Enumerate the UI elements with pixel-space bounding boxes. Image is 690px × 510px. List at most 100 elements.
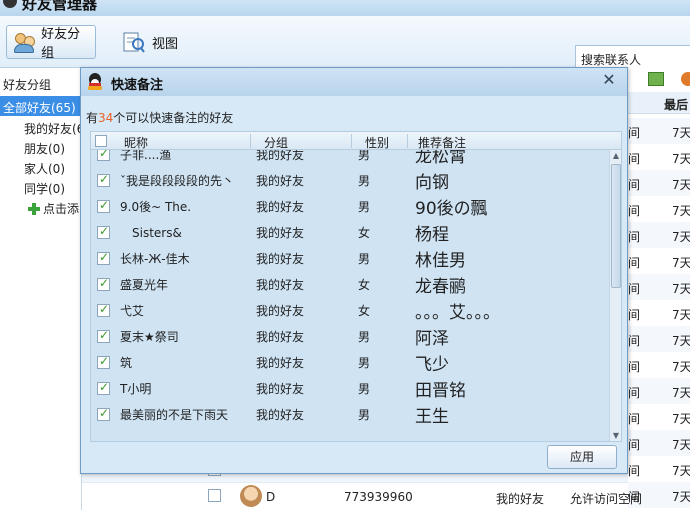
row-suggested-remark[interactable]: 龙春鹂 (415, 272, 466, 297)
row-last-online: 7天以 (672, 282, 690, 296)
row-checkbox[interactable] (97, 276, 110, 291)
row-checkbox[interactable] (97, 250, 110, 265)
row-checkbox[interactable] (97, 302, 110, 317)
table-row[interactable]: 间 7天以 (628, 196, 690, 222)
row-suggested-remark[interactable]: 田晋铭 (415, 376, 466, 401)
row-group: 我的好友 (496, 492, 545, 506)
row-suggested-remark[interactable]: 林佳男 (415, 246, 466, 271)
dialog-title-bar[interactable]: 快速备注 ✕ (81, 68, 627, 96)
column-header-remark[interactable]: 推荐备注 (418, 134, 466, 151)
row-name: D (266, 490, 276, 504)
group-sidebar: 好友分组 全部好友(65) 我的好友(6 朋友(0) 家人(0) 同学(0) 点… (0, 68, 84, 510)
list-item[interactable]: 9.0後~ The. 我的好友 男 90後の飄 (91, 193, 609, 219)
table-row[interactable]: 间 7天以 (628, 430, 690, 456)
row-group: 我的好友 (256, 408, 305, 422)
row-suggested-remark[interactable]: 龙松霄 (415, 150, 466, 167)
table-row[interactable]: 间 7天以 (628, 170, 690, 196)
close-icon[interactable]: ✕ (595, 71, 623, 89)
row-checkbox[interactable] (97, 406, 110, 421)
list-item[interactable]: T小明 我的好友 男 田晋铭 (91, 375, 609, 401)
row-checkbox[interactable] (97, 224, 110, 239)
table-row[interactable]: 间 7天以 (628, 274, 690, 300)
table-row[interactable]: 间 7天以 (628, 456, 690, 482)
row-nickname: 筑 (120, 356, 133, 370)
row-nickname: 弋艾 (120, 304, 145, 318)
sidebar-item-my-friends[interactable]: 我的好友(6 (24, 120, 84, 137)
people-icon (13, 30, 35, 54)
row-group: 我的好友 (256, 278, 305, 292)
list-item[interactable]: 弋艾 我的好友 女 。。。艾。。。 (91, 297, 609, 323)
row-suggested-remark[interactable]: 90後の飄 (415, 194, 488, 219)
list-item[interactable]: 最美丽的不是下雨天 我的好友 男 王生 (91, 401, 609, 427)
row-gender: 女 (358, 278, 371, 292)
row-checkbox[interactable] (97, 172, 110, 187)
row-permission-tail: 间 (628, 230, 641, 244)
row-suggested-remark[interactable]: 王生 (415, 402, 449, 427)
table-row[interactable]: 间 7天以 (628, 326, 690, 352)
row-suggested-remark[interactable]: 杨程 (415, 220, 449, 245)
row-suggested-remark[interactable]: 向钢 (415, 168, 449, 193)
last-online-column-header[interactable]: 最后 (628, 92, 690, 114)
table-row[interactable]: 间 7天以 (628, 118, 690, 144)
export-icon[interactable] (648, 72, 664, 86)
contact-icon[interactable] (681, 72, 690, 86)
view-button-label: 视图 (152, 36, 179, 52)
sidebar-item-family[interactable]: 家人(0) (24, 160, 65, 177)
sidebar-item-all-friends[interactable]: 全部好友(65) (0, 96, 82, 116)
row-group: 我的好友 (256, 356, 305, 370)
table-row[interactable]: 间 7天以 (628, 352, 690, 378)
row-checkbox[interactable] (97, 380, 110, 395)
table-row[interactable]: 间 7天以 (628, 300, 690, 326)
row-suggested-remark[interactable]: 阿泽 (415, 324, 449, 349)
column-header-gender[interactable]: 性别 (365, 134, 389, 151)
table-row[interactable]: 间 7天以 (628, 222, 690, 248)
list-item[interactable]: 盛夏光年 我的好友 女 龙春鹂 (91, 271, 609, 297)
main-toolbar: 好友分组 视图 搜索联系人 (0, 16, 690, 71)
row-last-online: 7天以 (672, 438, 690, 452)
row-gender: 男 (358, 356, 371, 370)
table-row[interactable]: 间 7天以 (628, 404, 690, 430)
apply-button[interactable]: 应用 (547, 445, 617, 469)
main-title-bar: 好友管理器 (0, 0, 690, 16)
scroll-up-icon[interactable]: ▲ (610, 150, 621, 162)
row-checkbox[interactable] (97, 150, 110, 161)
list-item[interactable]: 筑 我的好友 男 飞少 (91, 349, 609, 375)
row-checkbox[interactable] (208, 489, 221, 502)
row-last-online: 7天以 (672, 386, 690, 400)
sidebar-item-classmates[interactable]: 同学(0) (24, 180, 65, 197)
row-group: 我的好友 (256, 330, 305, 344)
column-header-group[interactable]: 分组 (264, 134, 288, 151)
row-checkbox[interactable] (97, 354, 110, 369)
list-scrollbar[interactable]: ▲ ▼ (609, 150, 621, 441)
row-last-online: 7天以 (672, 490, 690, 504)
friend-group-button[interactable]: 好友分组 (6, 25, 96, 61)
list-item[interactable]: 长林-Ж-佳木 我的好友 男 林佳男 (91, 245, 609, 271)
table-row[interactable]: D 773939960 我的好友 允许访问空间 (82, 482, 642, 510)
row-group: 我的好友 (256, 226, 305, 240)
table-row[interactable]: 间 7天以 (628, 144, 690, 170)
scroll-down-icon[interactable]: ▼ (610, 430, 621, 441)
column-header-nickname[interactable]: 昵称 (124, 134, 148, 151)
row-group: 我的好友 (256, 174, 305, 188)
row-checkbox[interactable] (97, 328, 110, 343)
view-button[interactable]: 视图 (116, 25, 186, 59)
row-suggested-remark[interactable]: 飞少 (415, 350, 449, 375)
add-group-link[interactable]: 点击添 (28, 200, 79, 217)
list-item[interactable]: 子非....渔 我的好友 男 龙松霄 (91, 150, 609, 167)
row-permission-tail: 间 (628, 438, 641, 452)
row-nickname: 9.0後~ The. (120, 200, 192, 214)
quick-remark-dialog: 快速备注 ✕ 有34个可以快速备注的好友 昵称 分组 性别 推荐备注 子非...… (80, 67, 628, 474)
row-suggested-remark[interactable]: 。。。艾。。。 (415, 298, 500, 323)
table-row[interactable]: 间 7天以 (628, 378, 690, 404)
list-item[interactable]: 夏末★祭司 我的好友 男 阿泽 (91, 323, 609, 349)
scrollbar-thumb[interactable] (611, 164, 621, 288)
sidebar-item-friends[interactable]: 朋友(0) (24, 140, 65, 157)
row-checkbox[interactable] (97, 198, 110, 213)
select-all-checkbox[interactable] (95, 135, 107, 147)
row-qq-number: 773939960 (344, 490, 413, 504)
table-row[interactable]: 间 7天以 (628, 248, 690, 274)
list-item[interactable]: ˇ我是段段段段的先丶 我的好友 男 向钢 (91, 167, 609, 193)
row-last-online: 7天以 (672, 178, 690, 192)
list-item[interactable]: Sisters&我的好友 女 杨程 (91, 219, 609, 245)
row-permission-tail: 间 (628, 178, 641, 192)
